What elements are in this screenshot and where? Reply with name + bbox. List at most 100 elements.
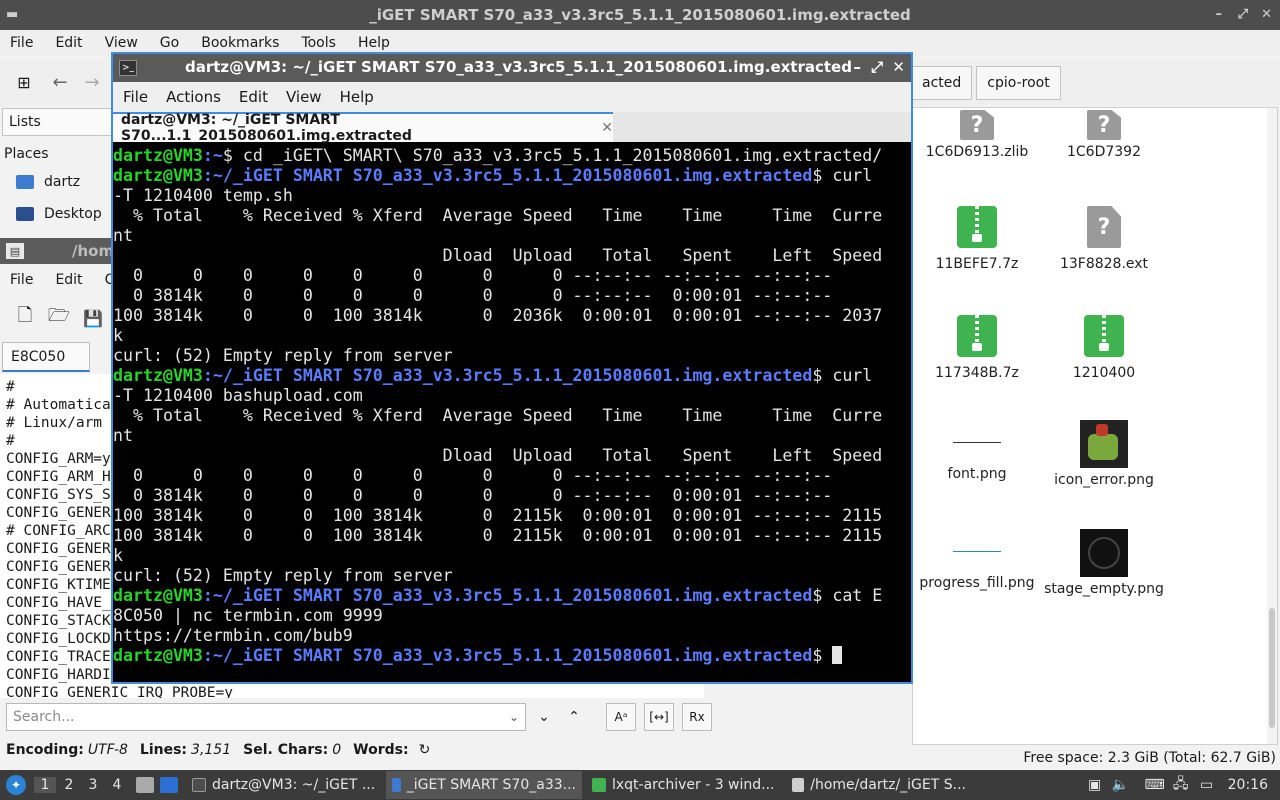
sel-chars-label: Sel. Chars: <box>243 742 329 758</box>
menu-edit[interactable]: Edit <box>55 35 82 51</box>
keyboard-icon[interactable]: ⌨ <box>1144 777 1166 793</box>
chevron-down-icon[interactable]: ⌄ <box>509 710 519 724</box>
network-icon[interactable]: 🖧 <box>1170 773 1192 797</box>
open-folder-icon[interactable]: 🗁 <box>48 303 70 333</box>
new-document-icon[interactable]: 🗋 <box>14 303 36 333</box>
menu-help[interactable]: Help <box>340 88 374 106</box>
terminal-text: Dload Upload Total Spent Left Speed <box>113 446 883 465</box>
terminal-line: dartz@VM3:~/_iGET SMART S70_a33_v3.3rc5_… <box>113 586 911 606</box>
editor-tab[interactable]: E8C050 <box>2 342 90 372</box>
forward-arrow-icon[interactable]: → <box>82 72 102 93</box>
prompt-path: :~/_iGET SMART S70_a33_v3.3rc5_5.1.1_201… <box>202 366 813 385</box>
menu-file[interactable]: File <box>10 272 33 288</box>
window-menu-icon[interactable]: ▬ <box>6 7 18 22</box>
tab-close-icon[interactable]: ✕ <box>601 120 613 136</box>
tab-cpio-root[interactable]: cpio-root <box>976 66 1061 100</box>
file-item[interactable]: icon_error.png <box>1040 420 1168 489</box>
file-view-scrollbar[interactable] <box>1267 108 1277 744</box>
find-previous-icon[interactable]: ⌃ <box>562 703 586 731</box>
close-icon[interactable]: ✕ <box>1261 7 1272 22</box>
task-terminal[interactable]: dartz@VM3: ~/_iGET ... <box>186 771 382 799</box>
menu-actions[interactable]: Actions <box>166 88 221 106</box>
refresh-icon[interactable]: ↻ <box>419 742 431 758</box>
file-item[interactable]: ? 13F8828.ext <box>1040 206 1168 273</box>
menu-view[interactable]: View <box>105 35 138 51</box>
terminal-task-icon <box>192 778 206 792</box>
close-icon[interactable]: ✕ <box>892 58 905 76</box>
desktop-1-button[interactable]: 1 <box>34 777 56 793</box>
maximize-icon[interactable]: ⤢ <box>1238 7 1248 22</box>
minimize-icon[interactable]: – <box>1216 7 1223 22</box>
menu-go[interactable]: Go <box>160 35 179 51</box>
terminal-text: 0 3814k 0 0 0 0 0 0 --:--:-- 0:00:01 --:… <box>113 286 833 305</box>
volume-icon[interactable]: 🔈 <box>1110 777 1132 793</box>
file-item[interactable]: 117348B.7z <box>913 315 1041 382</box>
show-desktop-icon[interactable] <box>160 777 178 793</box>
terminal-line: 0 3814k 0 0 0 0 0 0 --:--:-- 0:00:01 --:… <box>113 486 911 506</box>
stage-empty-thumbnail <box>1080 529 1128 577</box>
place-dartz[interactable]: dartz <box>16 174 80 190</box>
terminal-titlebar[interactable]: >_ dartz@VM3: ~/_iGET SMART S70_a33_v3.3… <box>113 54 911 82</box>
file-item[interactable]: 1210400 <box>1040 315 1168 382</box>
menu-file[interactable]: File <box>123 88 148 106</box>
menu-bookmarks[interactable]: Bookmarks <box>201 35 279 51</box>
file-manager-titlebar[interactable]: ▬ _iGET SMART S70_a33_v3.3rc5_5.1.1_2015… <box>0 0 1280 30</box>
menu-edit[interactable]: Edit <box>55 272 82 288</box>
tab-extracted[interactable]: acted <box>912 66 973 100</box>
file-item[interactable]: stage_empty.png <box>1040 529 1168 598</box>
file-item[interactable]: progress_fill.png <box>913 529 1041 592</box>
file-label: progress_fill.png <box>919 575 1035 591</box>
match-case-icon[interactable]: Aᵃ <box>606 703 636 731</box>
terminal-line: 0 3814k 0 0 0 0 0 0 --:--:-- 0:00:01 --:… <box>113 286 911 306</box>
terminal-line: dartz@VM3:~/_iGET SMART S70_a33_v3.3rc5_… <box>113 166 911 186</box>
terminal-text: -T 1210400 bashupload.com <box>113 386 363 405</box>
task-archiver[interactable]: lxqt-archiver - 3 wind... <box>586 771 782 799</box>
start-menu-icon[interactable]: ✦ <box>6 775 26 795</box>
menu-tools[interactable]: Tools <box>301 35 336 51</box>
terminal-line: Dload Upload Total Spent Left Speed <box>113 246 911 266</box>
file-item[interactable]: ? 1C6D6913.zlib <box>913 110 1041 161</box>
terminal-line: 100 3814k 0 0 100 3814k 0 2036k 0:00:01 … <box>113 306 911 326</box>
minimize-icon[interactable]: – <box>854 58 862 76</box>
desktop-2-button[interactable]: 2 <box>58 777 80 793</box>
terminal-text: $ curl <box>812 166 873 185</box>
menu-help[interactable]: Help <box>358 35 390 51</box>
task-file-manager[interactable]: _iGET SMART S70_a33... <box>386 771 582 799</box>
clock[interactable]: 20:16 <box>1228 777 1268 793</box>
scrollbar-thumb[interactable] <box>1269 608 1275 728</box>
save-icon[interactable]: 💾 <box>82 309 104 328</box>
terminal-text: nt <box>113 426 133 445</box>
terminal-text: % Total % Received % Xferd Average Speed… <box>113 206 883 225</box>
search-input[interactable]: Search... ⌄ <box>6 703 526 731</box>
file-label: 13F8828.ext <box>1059 256 1149 272</box>
find-next-icon[interactable]: ⌄ <box>532 703 556 731</box>
screen-icon[interactable]: ▭ <box>1196 777 1218 793</box>
unknown-file-icon: ? <box>960 110 994 140</box>
menu-view[interactable]: View <box>286 88 322 106</box>
task-editor[interactable]: /home/dartz/_iGET S... <box>786 771 972 799</box>
file-item[interactable]: font.png <box>913 420 1041 483</box>
editor-statusbar: Encoding: UTF-8 Lines: 3,151 Sel. Chars:… <box>0 738 704 762</box>
desktop-4-button[interactable]: 4 <box>106 777 128 793</box>
terminal-output[interactable]: dartz@VM3:~$ cd _iGET\ SMART\ S70_a33_v3… <box>113 146 911 682</box>
clipboard-icon[interactable]: ▣ <box>1084 777 1106 793</box>
terminal-text: $ cd _iGET\ SMART\ S70_a33_v3.3rc5_5.1.1… <box>222 146 883 165</box>
file-item[interactable]: 11BEFE7.7z <box>913 206 1041 273</box>
prompt-user: dartz@VM3 <box>113 366 203 385</box>
desktop-3-button[interactable]: 3 <box>82 777 104 793</box>
place-desktop[interactable]: Desktop <box>16 206 102 222</box>
sidebar-mode-select[interactable]: Lists <box>2 108 112 136</box>
regex-icon[interactable]: Rx <box>682 703 712 731</box>
new-window-icon[interactable]: ⊞ <box>14 73 34 92</box>
file-item[interactable]: ? 1C6D7392 <box>1040 110 1168 161</box>
menu-file[interactable]: File <box>10 35 33 51</box>
maximize-icon[interactable]: ⤢ <box>871 58 883 76</box>
whole-word-icon[interactable]: [↔] <box>644 703 674 731</box>
menu-edit[interactable]: Edit <box>239 88 268 106</box>
terminal-tab[interactable]: dartz@VM3: ~/_iGET SMART S70...1.1_20150… <box>113 112 613 144</box>
terminal-line: -T 1210400 bashupload.com <box>113 386 911 406</box>
back-arrow-icon[interactable]: ← <box>50 72 70 93</box>
file-manager-launcher-icon[interactable] <box>136 777 154 793</box>
prompt-path: :~/_iGET SMART S70_a33_v3.3rc5_5.1.1_201… <box>202 166 813 185</box>
editor-task-icon <box>792 778 805 792</box>
